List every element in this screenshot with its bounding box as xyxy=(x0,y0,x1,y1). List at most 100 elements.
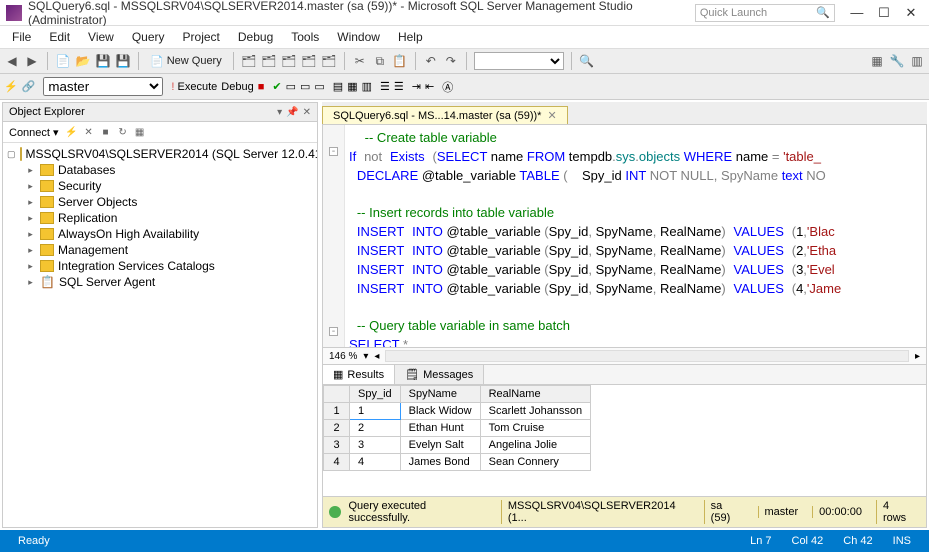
tb-icon-3[interactable]: 🗂 xyxy=(281,53,297,69)
debug-button[interactable]: Debug xyxy=(221,81,253,93)
pin-icon[interactable]: ▾ xyxy=(277,107,282,118)
paste-icon[interactable]: 📋 xyxy=(392,53,408,69)
tree-node-management[interactable]: ▸Management xyxy=(25,242,313,258)
estimated-plan-icon[interactable]: ▭ xyxy=(286,80,296,93)
comment-icon[interactable]: ☰ xyxy=(380,80,390,93)
change-connection-icon[interactable]: 🔗 xyxy=(22,80,36,93)
open-icon[interactable]: 📂 xyxy=(75,53,91,69)
object-explorer-title-text: Object Explorer xyxy=(9,106,85,118)
zoom-row: 146 % ▾ ◂ ▸ xyxy=(322,348,927,365)
folder-icon xyxy=(40,260,54,272)
table-row[interactable]: 11Black WidowScarlett Johansson xyxy=(324,403,591,420)
results-file-icon[interactable]: ▥ xyxy=(362,80,372,93)
menu-query[interactable]: Query xyxy=(124,28,173,46)
menu-view[interactable]: View xyxy=(80,28,122,46)
parse-icon[interactable]: ✔ xyxy=(272,80,281,93)
copy-icon[interactable]: ⧉ xyxy=(372,53,388,69)
zoom-level[interactable]: 146 % xyxy=(329,351,357,362)
exec-message: Query executed successfully. xyxy=(349,500,485,524)
maximize-button[interactable]: ☐ xyxy=(872,5,896,21)
tree-node-alwayson[interactable]: ▸AlwaysOn High Availability xyxy=(25,226,313,242)
layout-icon[interactable]: ▥ xyxy=(909,53,925,69)
stop-icon[interactable]: ■ xyxy=(258,81,265,93)
outdent-icon[interactable]: ⇤ xyxy=(425,80,434,93)
object-explorer-tree[interactable]: ▢MSSQLSRV04\SQLSERVER2014 (SQL Server 12… xyxy=(3,143,317,527)
tb-icon-2[interactable]: 🗂 xyxy=(261,53,277,69)
results-grid[interactable]: Spy_idSpyNameRealName 11Black WidowScarl… xyxy=(322,385,927,497)
status-bar: Ready Ln 7 Col 42 Ch 42 INS xyxy=(0,530,929,552)
folder-icon xyxy=(40,228,54,240)
folder-icon xyxy=(40,244,54,256)
uncomment-icon[interactable]: ☰ xyxy=(394,80,404,93)
nav-fwd-icon[interactable]: ▶ xyxy=(24,53,40,69)
toolbar-main: ◀ ▶ 📄 📂 💾 💾 📄 New Query 🗂 🗂 🗂 🗂 🗂 ✂ ⧉ 📋 … xyxy=(0,48,929,74)
tree-server-node[interactable]: ▢MSSQLSRV04\SQLSERVER2014 (SQL Server 12… xyxy=(7,146,313,162)
tb-icon-1[interactable]: 🗂 xyxy=(241,53,257,69)
results-grid-icon[interactable]: ▦ xyxy=(347,80,357,93)
menu-tools[interactable]: Tools xyxy=(283,28,327,46)
undo-icon[interactable]: ↶ xyxy=(423,53,439,69)
results-text-icon[interactable]: ▤ xyxy=(333,80,343,93)
tree-node-databases[interactable]: ▸Databases xyxy=(25,162,313,178)
filter-mini-icon[interactable]: ▦ xyxy=(133,125,147,139)
grid-icon: ▦ xyxy=(333,368,343,381)
tab-results[interactable]: ▦Results xyxy=(323,365,395,384)
table-row[interactable]: 33Evelyn SaltAngelina Jolie xyxy=(324,437,591,454)
minimize-button[interactable]: — xyxy=(845,5,869,20)
fold-icon[interactable]: - xyxy=(329,147,338,156)
find-icon[interactable]: 🔍 xyxy=(579,53,595,69)
disconnect-mini-icon[interactable]: ✕ xyxy=(82,125,96,139)
actual-plan-icon[interactable]: ▭ xyxy=(300,80,310,93)
query-options-icon[interactable]: ▭ xyxy=(314,80,324,93)
table-row[interactable]: 22Ethan HuntTom Cruise xyxy=(324,420,591,437)
close-panel-icon[interactable]: ✕ xyxy=(303,107,311,118)
zoom-dropdown-icon[interactable]: ▾ xyxy=(363,351,368,362)
tab-messages[interactable]: 🗒Messages xyxy=(395,365,484,384)
connect-label[interactable]: Connect ▾ xyxy=(9,126,59,139)
code-editor[interactable]: -- Create table variable If not Exists (… xyxy=(322,124,927,348)
prop-icon[interactable]: ▦ xyxy=(869,53,885,69)
cut-icon[interactable]: ✂ xyxy=(352,53,368,69)
menu-file[interactable]: File xyxy=(4,28,39,46)
database-combo[interactable]: master xyxy=(43,77,163,96)
fold-icon[interactable]: - xyxy=(329,327,338,336)
status-col: Col 42 xyxy=(782,535,834,547)
scroll-right-icon[interactable]: ▸ xyxy=(915,351,920,362)
save-icon[interactable]: 💾 xyxy=(95,53,111,69)
save-all-icon[interactable]: 💾 xyxy=(115,53,131,69)
wrench-icon[interactable]: 🔧 xyxy=(889,53,905,69)
tree-node-security[interactable]: ▸Security xyxy=(25,178,313,194)
redo-icon[interactable]: ↷ xyxy=(443,53,459,69)
refresh-mini-icon[interactable]: ↻ xyxy=(116,125,130,139)
specify-values-icon[interactable]: Ⓐ xyxy=(442,79,453,95)
menu-debug[interactable]: Debug xyxy=(230,28,281,46)
quick-launch-input[interactable]: Quick Launch 🔍 xyxy=(695,4,835,22)
close-button[interactable]: ✕ xyxy=(899,5,923,21)
menu-window[interactable]: Window xyxy=(329,28,388,46)
scroll-left-icon[interactable]: ◂ xyxy=(374,351,379,362)
indent-icon[interactable]: ⇥ xyxy=(412,80,421,93)
tree-node-server-objects[interactable]: ▸Server Objects xyxy=(25,194,313,210)
solution-combo[interactable] xyxy=(474,52,564,70)
unpin-icon[interactable]: 📌 xyxy=(286,107,298,118)
tree-node-sql-agent[interactable]: ▸📋SQL Server Agent xyxy=(25,274,313,290)
new-project-icon[interactable]: 📄 xyxy=(55,53,71,69)
new-query-button[interactable]: 📄 New Query xyxy=(146,55,226,68)
nav-back-icon[interactable]: ◀ xyxy=(4,53,20,69)
table-row[interactable]: 44James BondSean Connery xyxy=(324,454,591,471)
close-tab-icon[interactable]: ✕ xyxy=(547,109,556,122)
exec-server: MSSQLSRV04\SQLSERVER2014 (1... xyxy=(501,500,696,524)
menu-project[interactable]: Project xyxy=(175,28,228,46)
tree-node-integration[interactable]: ▸Integration Services Catalogs xyxy=(25,258,313,274)
tree-node-replication[interactable]: ▸Replication xyxy=(25,210,313,226)
menu-help[interactable]: Help xyxy=(390,28,431,46)
file-tab[interactable]: SQLQuery6.sql - MS...14.master (sa (59))… xyxy=(322,106,568,124)
connect-icon[interactable]: ⚡ xyxy=(4,80,18,93)
connect-mini-icon[interactable]: ⚡ xyxy=(65,125,79,139)
tb-icon-4[interactable]: 🗂 xyxy=(301,53,317,69)
horizontal-scrollbar[interactable] xyxy=(385,350,909,362)
tb-icon-5[interactable]: 🗂 xyxy=(321,53,337,69)
menu-edit[interactable]: Edit xyxy=(41,28,78,46)
stop-mini-icon[interactable]: ■ xyxy=(99,125,113,139)
execute-button[interactable]: ! Execute xyxy=(171,81,217,93)
